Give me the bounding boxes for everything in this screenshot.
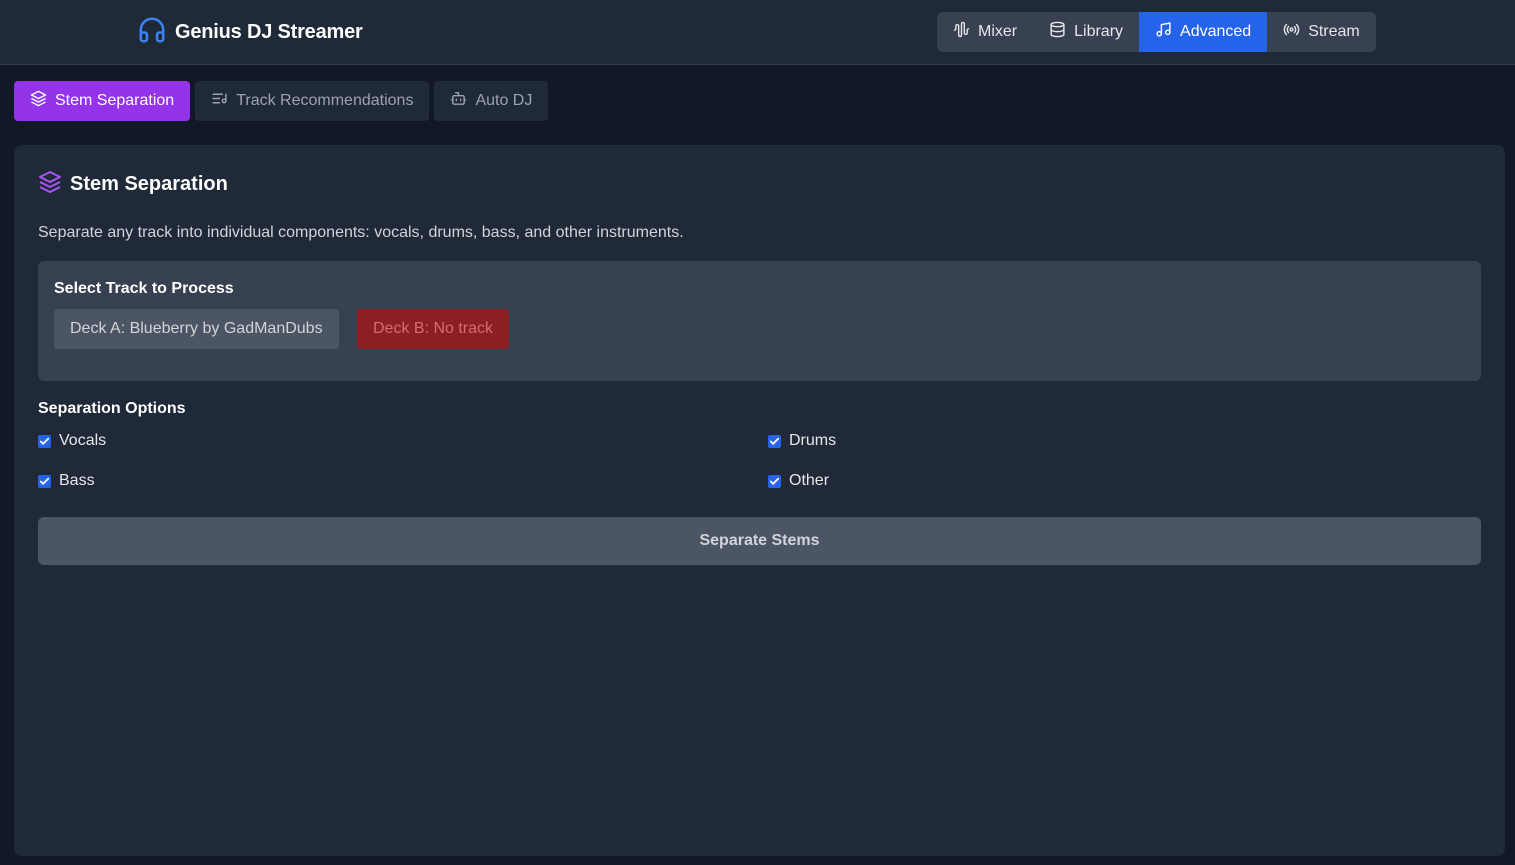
panel-title: Stem Separation (70, 173, 228, 195)
other-checkbox[interactable] (768, 474, 781, 488)
nav-stream-button[interactable]: Stream (1267, 12, 1376, 52)
deck-a-button[interactable]: Deck A: Blueberry by GadManDubs (54, 309, 339, 349)
nav-advanced-label: Advanced (1180, 23, 1252, 40)
brand: Genius DJ Streamer (137, 16, 363, 48)
drums-checkbox[interactable] (768, 434, 781, 448)
radio-broadcast-icon (1283, 21, 1300, 43)
nav-mixer-button[interactable]: Mixer (937, 12, 1033, 52)
music-note-icon (1155, 21, 1172, 43)
vocals-checkbox[interactable] (38, 434, 51, 448)
panel-description: Separate any track into individual compo… (38, 224, 684, 241)
top-bar: Genius DJ Streamer Mixer Library Advance… (0, 0, 1515, 65)
database-icon (1049, 21, 1066, 43)
option-drums[interactable]: Drums (768, 432, 836, 450)
headphones-icon (137, 15, 167, 50)
tab-track-recommendations[interactable]: Track Recommendations (195, 81, 430, 121)
bot-icon (450, 90, 467, 112)
layers-icon (30, 90, 47, 112)
option-vocals[interactable]: Vocals (38, 432, 106, 450)
nav-stream-label: Stream (1308, 23, 1360, 40)
option-bass[interactable]: Bass (38, 472, 95, 490)
tab-track-recommendations-label: Track Recommendations (236, 92, 414, 109)
tab-auto-dj[interactable]: Auto DJ (434, 81, 549, 121)
panel-header: Stem Separation (38, 170, 228, 199)
main-nav: Mixer Library Advanced Stream (937, 12, 1376, 52)
app-title: Genius DJ Streamer (175, 20, 363, 43)
tab-auto-dj-label: Auto DJ (475, 92, 533, 109)
option-bass-label: Bass (59, 472, 95, 489)
advanced-subtabs: Stem Separation Track Recommendations Au… (14, 81, 549, 121)
nav-advanced-button[interactable]: Advanced (1139, 12, 1268, 52)
track-select-box: Select Track to Process Deck A: Blueberr… (38, 261, 1481, 381)
tab-stem-separation-label: Stem Separation (55, 92, 175, 109)
nav-library-button[interactable]: Library (1033, 12, 1139, 52)
deck-b-button[interactable]: Deck B: No track (357, 309, 510, 349)
list-music-icon (211, 90, 228, 112)
option-other[interactable]: Other (768, 472, 829, 490)
separation-options-title: Separation Options (38, 400, 186, 417)
tab-stem-separation[interactable]: Stem Separation (14, 81, 191, 121)
stem-separation-panel: Stem Separation Separate any track into … (14, 145, 1505, 856)
option-other-label: Other (789, 472, 830, 489)
audio-waveform-icon (953, 21, 970, 43)
separate-stems-button[interactable]: Separate Stems (38, 517, 1481, 565)
layers-icon (38, 170, 62, 199)
option-drums-label: Drums (789, 432, 837, 449)
nav-library-label: Library (1074, 23, 1124, 40)
bass-checkbox[interactable] (38, 474, 51, 488)
nav-mixer-label: Mixer (978, 23, 1018, 40)
option-vocals-label: Vocals (59, 432, 107, 449)
select-track-title: Select Track to Process (54, 280, 234, 297)
